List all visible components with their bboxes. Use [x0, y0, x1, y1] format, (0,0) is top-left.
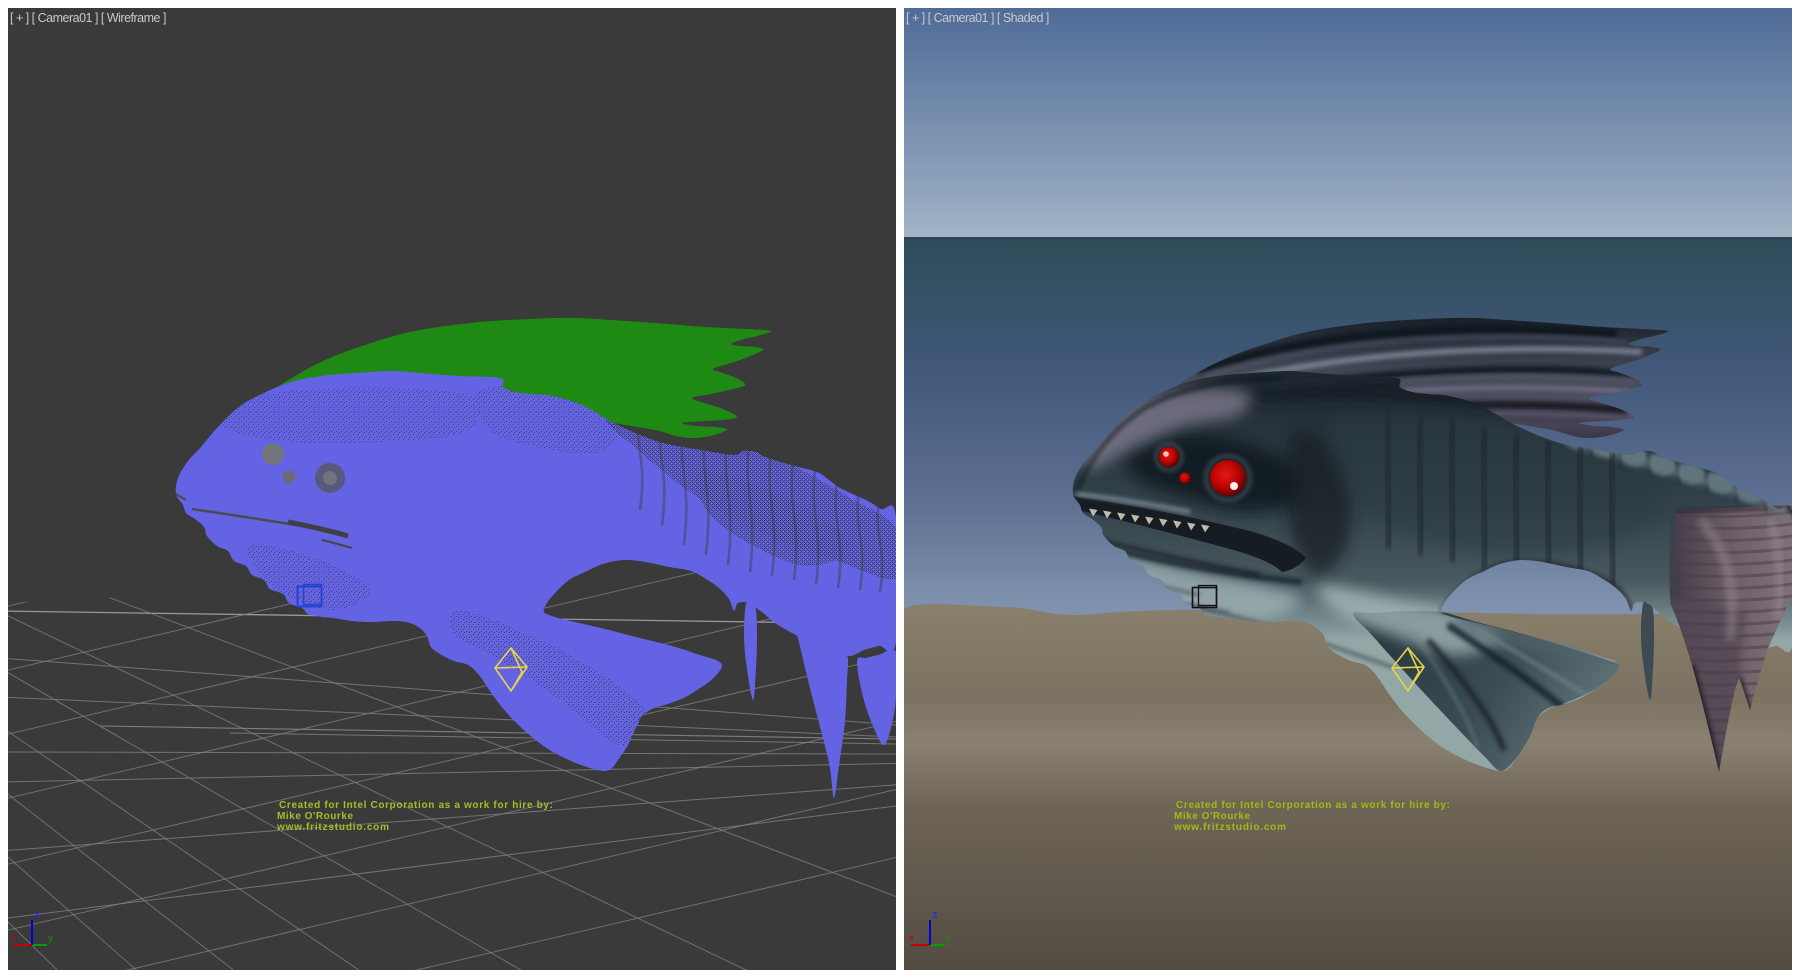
- svg-text:Created for Intel Corporation: Created for Intel Corporation as a work …: [1176, 800, 1450, 811]
- svg-text:www.fritzstudio.com: www.fritzstudio.com: [276, 822, 389, 833]
- svg-text:[ + ] [ Camera01 ] [ Wireframe: [ + ] [ Camera01 ] [ Wireframe ]: [10, 11, 166, 25]
- svg-text:Mike O'Rourke: Mike O'Rourke: [277, 811, 353, 822]
- svg-text:x: x: [11, 933, 16, 944]
- svg-text:x: x: [909, 933, 914, 944]
- svg-text:y: y: [946, 933, 951, 944]
- svg-text:Mike O'Rourke: Mike O'Rourke: [1174, 811, 1250, 822]
- svg-text:y: y: [48, 933, 53, 944]
- svg-text:www.fritzstudio.com: www.fritzstudio.com: [1173, 822, 1286, 833]
- svg-text:z: z: [34, 909, 40, 921]
- svg-text:Created for Intel Corporation: Created for Intel Corporation as a work …: [279, 800, 553, 811]
- svg-text:[ + ] [ Camera01 ] [ Shaded ]: [ + ] [ Camera01 ] [ Shaded ]: [906, 11, 1049, 25]
- svg-text:z: z: [932, 909, 938, 921]
